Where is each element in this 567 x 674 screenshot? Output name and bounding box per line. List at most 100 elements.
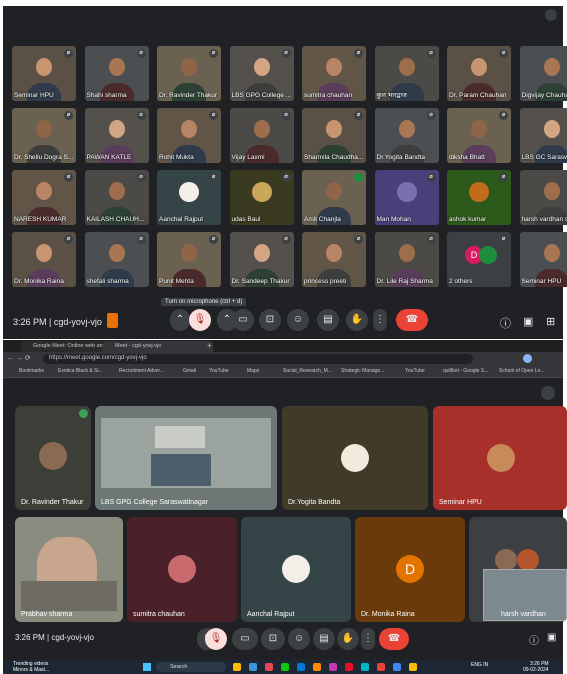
bookmark-item[interactable]: YouTube [405, 366, 425, 377]
bookmark-item[interactable]: YouTube [209, 366, 229, 377]
bookmark-item[interactable]: quillbot - Google S... [443, 366, 488, 377]
address-bar-row: ← → ⟳ https://meet.google.com/cgd-yovj-v… [3, 352, 563, 366]
participant-name: Dr. Lile Raj Sharma [377, 278, 433, 285]
participant-tile[interactable]: ⌀LBS GPG College ... [230, 46, 294, 101]
emoji-button[interactable]: ☺ [288, 628, 310, 650]
mic-off-icon: ⌀ [209, 173, 218, 182]
participant-tile[interactable]: ⌀Digvijay Chauhan [520, 46, 567, 101]
profile-avatar[interactable] [523, 354, 532, 363]
more-options-button[interactable]: ⋮ [361, 628, 375, 650]
participant-tile[interactable]: ⌀udas Baul [230, 170, 294, 225]
bookmark-item[interactable]: Bookmarks [19, 366, 44, 377]
participant-tile[interactable]: ⌀Dr. Param Chauhan [447, 46, 511, 101]
tile-aanchal: Aanchal Rajput [241, 517, 351, 622]
people-icon[interactable] [541, 386, 555, 400]
participant-tile[interactable]: ⌀Sharmila Chaudha... [302, 108, 366, 163]
participant-tile[interactable]: ⌀NARESH KUMAR [12, 170, 76, 225]
mic-off-icon: ⌀ [209, 235, 218, 244]
bookmark-item[interactable]: Exotica Black & Si... [58, 366, 103, 377]
participant-tile[interactable]: D⌀2 others [447, 232, 511, 287]
video-head [109, 120, 125, 138]
participant-tile[interactable]: ⌀shefali sharma [85, 232, 149, 287]
tile-seminar-hpu: Seminar HPU [433, 406, 567, 510]
participant-name: diksha Bhatt [449, 154, 485, 161]
participant-tile[interactable]: ⌀Rohit Mukta [157, 108, 221, 163]
participant-tile[interactable]: ⌀sumitra chauhan [302, 46, 366, 101]
more-options-button[interactable]: ⋮ [373, 309, 387, 331]
participant-tile[interactable]: ⌀diksha Bhatt [447, 108, 511, 163]
recording-icon [107, 313, 118, 328]
participant-tile[interactable]: ⌀Dr. Monika Raina [12, 232, 76, 287]
leave-call-button[interactable]: ☎ [379, 628, 409, 650]
mic-off-icon: ⌀ [137, 49, 146, 58]
mic-off-icon: ⌀ [64, 173, 73, 182]
url-field[interactable]: https://meet.google.com/cgd-yovj-vjo [43, 354, 473, 364]
emoji-button[interactable]: ☺ [287, 309, 309, 331]
participant-name: Sharmila Chaudha... [304, 154, 363, 161]
audience [151, 454, 211, 486]
nav-arrows-icon[interactable]: ← → ⟳ [7, 354, 31, 362]
camera-toggle-button[interactable]: ▭ [232, 628, 258, 650]
participant-tile[interactable]: ⌀Seminar HPU [520, 232, 567, 287]
participant-tile[interactable]: ⌀PAWAN KATLE [85, 108, 149, 163]
video-head [544, 244, 560, 262]
participant-tile[interactable]: ⌀harsh vardhan sin... [520, 170, 567, 225]
news-widget[interactable]: Trending videos Minors & Mast... [13, 661, 49, 673]
participant-tile[interactable]: ⌀Dr. Shellu Dogra S... [12, 108, 76, 163]
info-icon[interactable]: ⓘ [529, 632, 539, 647]
present-button[interactable]: ⊡ [261, 628, 285, 650]
mic-toggle-button[interactable]: 🎙 [205, 628, 227, 650]
avatar-letter: D [396, 555, 424, 583]
participant-tile[interactable]: ⌀कुल भारद्वाज [375, 46, 439, 101]
video-head [326, 244, 342, 262]
raise-hand-button[interactable]: ✋ [346, 309, 368, 331]
taskbar-search[interactable]: Search [156, 662, 226, 672]
tab-google-meet[interactable]: Google Meet: Online web and vi... [21, 341, 113, 352]
participant-tile[interactable]: ⌀KAILASH CHAUH... [85, 170, 149, 225]
participant-name: shefali sharma [87, 278, 129, 285]
mic-options-button[interactable]: ⌃ [170, 309, 190, 331]
video-head [471, 120, 487, 138]
bookmark-item[interactable]: School of Open Le... [499, 366, 545, 377]
participant-tile[interactable]: ⌀Dr. Ravinder Thakur [157, 46, 221, 101]
leave-call-button[interactable]: ☎ [396, 309, 428, 331]
mic-icon [79, 409, 88, 418]
captions-button[interactable]: ▤ [317, 309, 339, 331]
tab-meet-call[interactable]: Meet - cgd-yovj-vjo [103, 341, 213, 352]
participant-tile[interactable]: ⌀Dr. Lile Raj Sharma [375, 232, 439, 287]
projection-screen [155, 426, 205, 448]
bookmark-item[interactable]: Social_Research_M... [283, 366, 332, 377]
chat-icon[interactable]: ▣ [547, 632, 556, 643]
captions-button[interactable]: ▤ [313, 628, 335, 650]
participant-tile[interactable]: ⌀Man Mohan [375, 170, 439, 225]
video-head [36, 120, 52, 138]
participant-tile[interactable]: ⌀princess preeti [302, 232, 366, 287]
activities-icon[interactable]: ⊞ [546, 315, 555, 328]
participant-tile[interactable]: ⌀Dr. Sandeep Thakur [230, 232, 294, 287]
more-people-icon[interactable] [545, 9, 557, 21]
bookmark-item[interactable]: Gmail [183, 366, 196, 377]
bookmark-item[interactable]: Maps [247, 366, 259, 377]
participant-tile[interactable]: ⌀ashok kumar [447, 170, 511, 225]
participant-tile[interactable]: ⌀Vijay Laxmi [230, 108, 294, 163]
participant-tile[interactable]: ⌀Shahi sharma [85, 46, 149, 101]
tile-monika: D Dr. Monika Raina [355, 517, 465, 622]
participant-tile[interactable]: ⌀Seminar HPU [12, 46, 76, 101]
new-tab-button[interactable]: + [207, 340, 212, 352]
mic-toggle-button[interactable]: 🎙 [189, 309, 211, 331]
video-head [181, 244, 197, 262]
participant-tile[interactable]: ⌀LBS GC Saraswati... [520, 108, 567, 163]
participant-tile[interactable]: ⌀Aanchal Rajput [157, 170, 221, 225]
info-icon[interactable]: ⓘ [500, 315, 511, 331]
avatar [341, 444, 369, 472]
language-indicator: ENG IN [471, 662, 488, 668]
camera-toggle-button[interactable]: ▭ [232, 309, 254, 331]
bookmark-item[interactable]: Strategic Manage... [341, 366, 384, 377]
participant-tile[interactable]: ⌀Punit Mehta [157, 232, 221, 287]
participant-tile[interactable]: Amit Chanjla [302, 170, 366, 225]
bookmark-item[interactable]: Recruitment Adver... [119, 366, 164, 377]
present-button[interactable]: ⊡ [259, 309, 281, 331]
raise-hand-button[interactable]: ✋ [337, 628, 359, 650]
chat-icon[interactable]: ▣ [523, 315, 533, 328]
participant-tile[interactable]: ⌀Dr.Yogita Bandta [375, 108, 439, 163]
